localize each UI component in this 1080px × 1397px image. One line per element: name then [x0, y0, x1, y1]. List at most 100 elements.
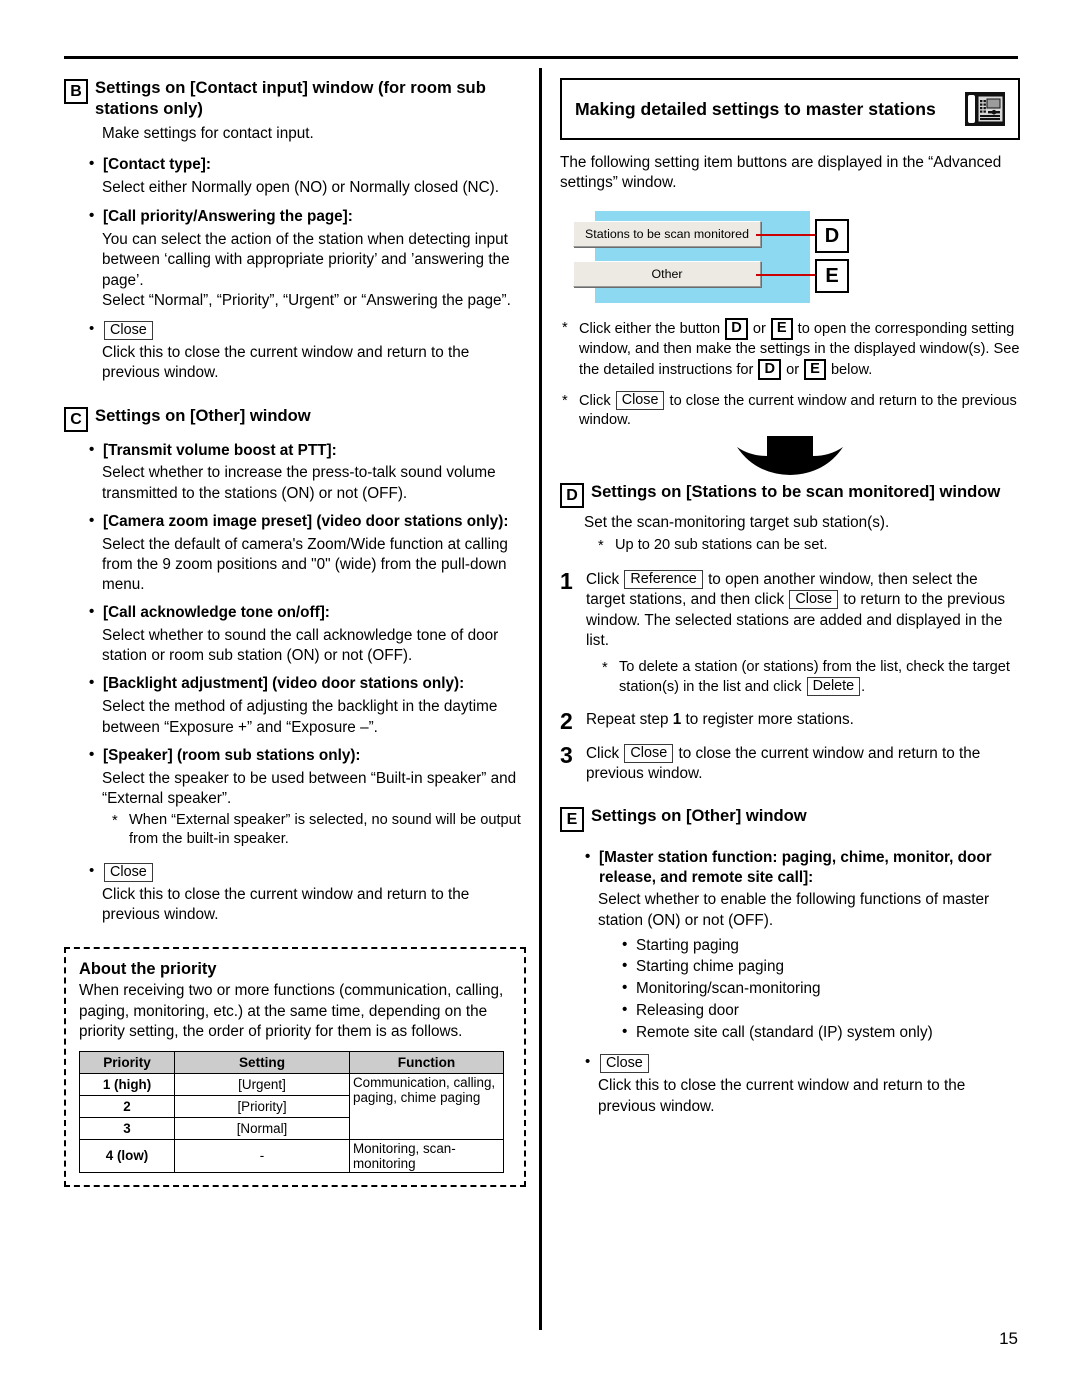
- step-3: 3 Click Close to close the current windo…: [560, 743, 1020, 784]
- close-button-key[interactable]: Close: [624, 744, 674, 764]
- key-d[interactable]: D: [758, 358, 782, 381]
- figure-marker-e: E: [815, 259, 849, 294]
- section-c: C Settings on [Other] window [Transmit v…: [64, 406, 526, 926]
- close-button-key[interactable]: Close: [104, 862, 153, 882]
- down-arrow-icon: [737, 435, 843, 475]
- other-button[interactable]: Other: [573, 261, 761, 288]
- key-e[interactable]: E: [804, 358, 826, 381]
- close-button-key[interactable]: Close: [600, 1054, 649, 1074]
- section-b-intro: Make settings for contact input.: [102, 125, 314, 143]
- function-list-item: Remote site call (standard (IP) system o…: [620, 1021, 1020, 1044]
- note-text-2a: Click: [579, 393, 611, 410]
- backlight-desc: Select the method of adjusting the backl…: [102, 698, 498, 736]
- leader-line-d: [756, 234, 816, 237]
- section-c-close-desc: Click this to close the current window a…: [102, 886, 470, 924]
- step-1: 1 Click Reference to open another window…: [560, 568, 1020, 697]
- cell-setting: [Normal]: [174, 1116, 350, 1140]
- section-e-heading: E Settings on [Other] window: [560, 806, 1020, 832]
- note-click-close: Click Close to close the current window …: [560, 391, 1020, 430]
- section-e-close-bullet: Close: [582, 1052, 1020, 1074]
- reference-button-key[interactable]: Reference: [624, 570, 703, 590]
- section-d-title: Settings on [Stations to be scan monitor…: [591, 481, 1001, 501]
- contact-type-label: [Contact type]:: [86, 154, 526, 175]
- col-header-function: Function: [349, 1050, 504, 1074]
- left-column: B Settings on [Contact input] window (fo…: [64, 78, 526, 1187]
- flow-arrow-container: [560, 430, 1020, 482]
- step1-text-d: The selected stations are added and disp…: [586, 611, 1003, 649]
- master-station-function-desc: Select whether to enable the following f…: [598, 891, 990, 929]
- table-row: 1 (high) [Urgent] Communication, calling…: [79, 1072, 504, 1140]
- column-divider: [539, 68, 542, 1330]
- speaker-note: When “External speaker” is selected, no …: [110, 811, 526, 849]
- close-button-key[interactable]: Close: [104, 321, 153, 341]
- cell-setting: [Priority]: [174, 1094, 350, 1118]
- step1-text-a: Click: [586, 571, 620, 589]
- page-number: 15: [999, 1329, 1018, 1348]
- col-header-priority: Priority: [79, 1050, 175, 1074]
- call-ack-tone-label: [Call acknowledge tone on/off]:: [86, 602, 526, 623]
- transmit-volume-desc: Select whether to increase the press-to-…: [102, 464, 496, 502]
- section-letter-badge-b: B: [64, 79, 88, 104]
- section-d-intro: Set the scan-monitoring target sub stati…: [584, 513, 890, 531]
- key-d[interactable]: D: [725, 318, 748, 340]
- note-text-1e: below.: [830, 361, 873, 378]
- section-letter-badge-c: C: [64, 406, 88, 432]
- section-b-close-desc: Click this to close the current window a…: [102, 344, 470, 382]
- table-header-row: Priority Setting Function: [79, 1050, 504, 1074]
- advanced-settings-intro: The following setting item buttons are d…: [560, 154, 1002, 192]
- call-priority-desc2: Select “Normal”, “Priority”, “Urgent” or…: [102, 291, 511, 309]
- cell-priority: 1 (high): [79, 1072, 175, 1096]
- cell-setting: [Urgent]: [174, 1072, 350, 1096]
- note-text-1a: Click either the button: [579, 321, 721, 338]
- delete-button-key[interactable]: Delete: [806, 676, 861, 696]
- step1-note-b: .: [861, 678, 866, 695]
- step2-step-ref: 1: [672, 710, 682, 728]
- section-letter-badge-d: D: [560, 482, 584, 508]
- step3-text-a: Click: [586, 745, 620, 763]
- section-d: D Settings on [Stations to be scan monit…: [560, 482, 1020, 785]
- note-text-1d: or: [786, 361, 800, 378]
- step-body: Click Reference to open another window, …: [586, 570, 1020, 697]
- contact-type-desc: Select either Normally open (NO) or Norm…: [102, 179, 499, 197]
- section-b-heading: B Settings on [Contact input] window (fo…: [64, 78, 526, 119]
- close-button-key[interactable]: Close: [615, 391, 665, 411]
- step-body: Repeat step 1 to register more stations.: [586, 710, 1020, 730]
- step-body: Click Close to close the current window …: [586, 744, 1020, 784]
- manual-page: B Settings on [Contact input] window (fo…: [0, 0, 1080, 1397]
- transmit-volume-label: [Transmit volume boost at PTT]:: [86, 440, 526, 461]
- speaker-label: [Speaker] (room sub stations only):: [86, 745, 526, 766]
- chapter-title: Making detailed settings to master stati…: [575, 98, 936, 119]
- section-c-close-bullet: Close: [86, 861, 526, 882]
- cell-priority: 4 (low): [79, 1138, 175, 1173]
- section-e: E Settings on [Other] window [Master sta…: [560, 806, 1020, 1117]
- stations-to-be-scan-monitored-button[interactable]: Stations to be scan monitored: [573, 221, 761, 248]
- section-letter-badge-e: E: [560, 806, 584, 832]
- section-b: B Settings on [Contact input] window (fo…: [64, 78, 526, 384]
- speaker-desc: Select the speaker to be used between “B…: [102, 769, 517, 807]
- cell-setting: -: [174, 1138, 350, 1173]
- section-c-heading: C Settings on [Other] window: [64, 406, 526, 432]
- about-priority-intro: When receiving two or more functions (co…: [79, 982, 504, 1040]
- step-number: 2: [560, 707, 573, 734]
- cell-priority: 2: [79, 1094, 175, 1118]
- section-e-title: Settings on [Other] window: [591, 805, 807, 825]
- key-e[interactable]: E: [770, 318, 793, 340]
- call-priority-label: [Call priority/Answering the page]:: [86, 206, 526, 227]
- note-click-buttons: Click either the button D or E to open t…: [560, 318, 1020, 381]
- step-number: 1: [560, 568, 573, 595]
- right-column: Making detailed settings to master stati…: [560, 78, 1020, 1117]
- about-priority-title: About the priority: [79, 960, 217, 979]
- section-c-title: Settings on [Other] window: [95, 405, 311, 425]
- about-priority-box: About the priority When receiving two or…: [64, 947, 526, 1187]
- function-list-item: Starting chime paging: [620, 955, 1020, 978]
- call-ack-tone-desc: Select whether to sound the call acknowl…: [102, 627, 499, 665]
- master-station-function-label: [Master station function: paging, chime,…: [582, 847, 1020, 888]
- cell-function-span: Communication, calling, paging, chime pa…: [349, 1072, 504, 1140]
- close-button-key[interactable]: Close: [789, 590, 839, 610]
- section-b-close-bullet: Close: [86, 319, 526, 341]
- backlight-label: [Backlight adjustment] (video door stati…: [86, 673, 526, 694]
- section-d-note: Up to 20 sub stations can be set.: [596, 536, 1020, 556]
- col-header-setting: Setting: [174, 1050, 350, 1074]
- function-list-item: Starting paging: [620, 934, 1020, 957]
- section-d-heading: D Settings on [Stations to be scan monit…: [560, 482, 1020, 508]
